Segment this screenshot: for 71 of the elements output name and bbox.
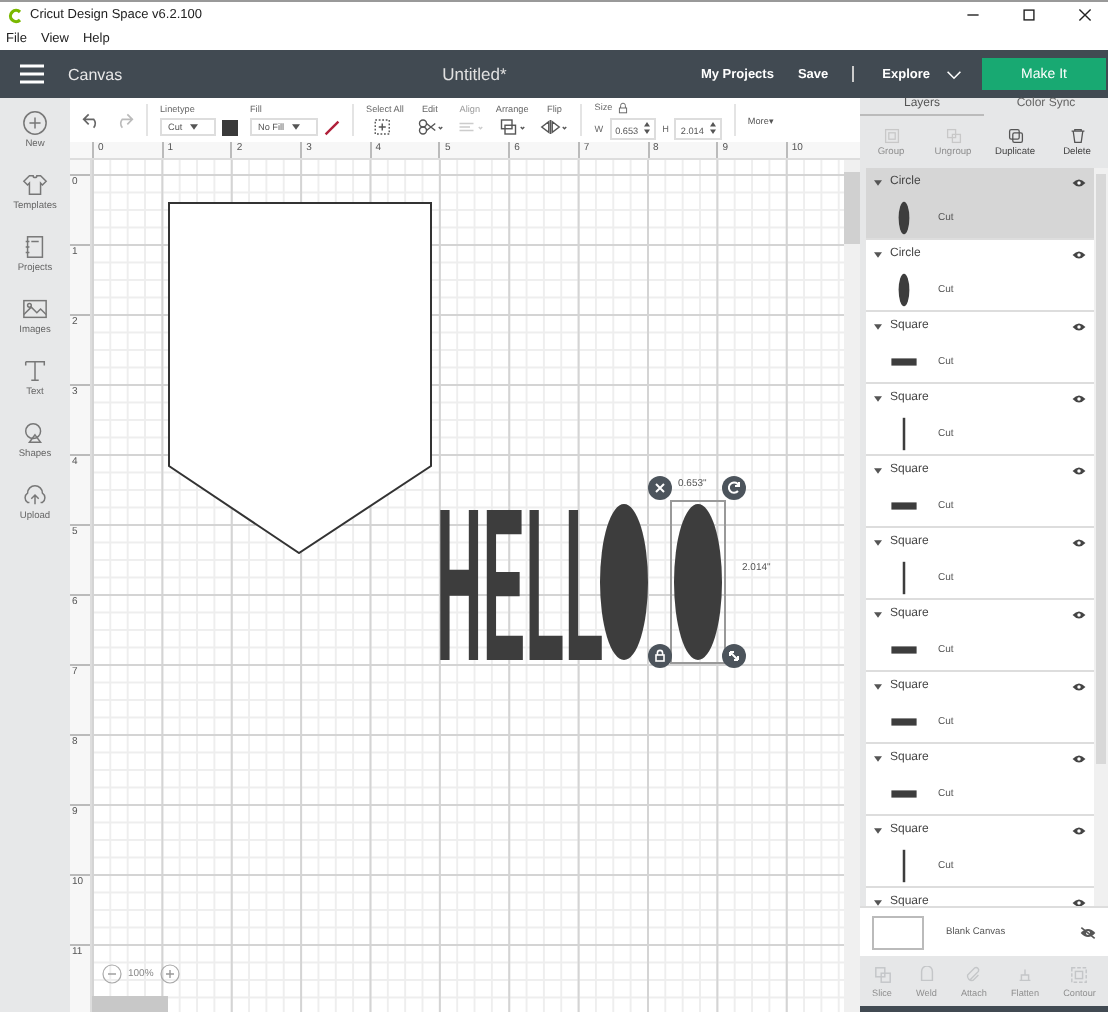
tool-icon[interactable] (498, 118, 527, 136)
eye-icon[interactable] (1072, 681, 1086, 691)
eye-icon[interactable] (1072, 393, 1086, 403)
layer-action-icon[interactable] (1069, 127, 1085, 143)
caret-icon[interactable] (874, 323, 882, 329)
sidebar-icon[interactable] (21, 234, 48, 260)
blank-canvas-thumbnail[interactable] (872, 915, 924, 949)
eye-icon[interactable] (1072, 609, 1086, 619)
bar-thumbnail (891, 357, 917, 365)
sidebar-icon[interactable] (22, 420, 48, 446)
eye-icon[interactable] (1072, 537, 1086, 547)
tool-icon[interactable] (415, 118, 444, 136)
caret-icon[interactable] (190, 124, 199, 130)
eye-icon[interactable] (1072, 825, 1086, 835)
oval-thumbnail (898, 200, 910, 234)
rotate-icon[interactable] (722, 476, 746, 500)
bar-thumbnail (891, 717, 917, 725)
section-title: Canvas (68, 65, 123, 83)
no-fill-icon[interactable] (324, 119, 340, 135)
chevron-icon[interactable] (946, 69, 962, 79)
resize-icon[interactable] (722, 644, 746, 668)
lock-icon[interactable] (618, 101, 629, 113)
project-title: Untitled* (442, 64, 507, 84)
caret-icon[interactable] (874, 611, 882, 617)
undo-icon[interactable] (82, 111, 102, 129)
layers-scrollbar[interactable] (1094, 168, 1108, 906)
maximize-icon[interactable] (1022, 8, 1036, 22)
line-thumbnail (902, 848, 906, 882)
line-thumbnail (902, 416, 906, 450)
eye-icon[interactable] (1072, 465, 1086, 475)
close-icon[interactable] (1078, 8, 1092, 22)
caret-icon[interactable] (874, 827, 882, 833)
sidebar-icon[interactable] (22, 110, 48, 136)
close-icon[interactable] (648, 476, 672, 500)
caret-icon[interactable] (874, 251, 882, 257)
eye-icon[interactable] (1072, 177, 1086, 187)
eye-icon[interactable] (1080, 925, 1096, 939)
caret-icon[interactable] (874, 683, 882, 689)
menu-icon[interactable] (20, 64, 44, 84)
caret-icon[interactable] (874, 539, 882, 545)
sidebar-icon[interactable] (21, 482, 48, 508)
eye-icon[interactable] (1072, 897, 1086, 906)
hello-text[interactable]: HELL (436, 464, 604, 709)
eye-icon[interactable] (1072, 753, 1086, 763)
vertical-scrollbar[interactable] (844, 160, 860, 1012)
minimize-icon[interactable] (966, 8, 980, 22)
caret-icon[interactable] (874, 467, 882, 473)
sidebar-icon[interactable] (22, 172, 48, 198)
eye-icon[interactable] (1072, 249, 1086, 259)
eye-icon[interactable] (1072, 321, 1086, 331)
caret-icon[interactable] (292, 124, 301, 130)
horizontal-scrollbar[interactable] (92, 996, 168, 1012)
app-logo-icon (8, 7, 24, 23)
caret-icon[interactable] (874, 395, 882, 401)
line-thumbnail (902, 560, 906, 594)
spinner-arrows-icon[interactable] (644, 121, 651, 133)
oval-shape[interactable] (600, 504, 648, 660)
linetype-color-swatch[interactable] (222, 119, 238, 135)
tool-icon[interactable] (540, 118, 569, 136)
bar-thumbnail (891, 501, 917, 509)
banner-shape[interactable] (168, 202, 432, 554)
sidebar-icon[interactable] (21, 296, 48, 322)
spinner-arrows-icon[interactable] (709, 121, 716, 133)
layer-action-icon[interactable] (1007, 127, 1023, 143)
oval-thumbnail (898, 272, 910, 306)
caret-icon[interactable] (874, 179, 882, 185)
sidebar-icon[interactable] (22, 358, 48, 384)
bar-thumbnail (891, 645, 917, 653)
lock-icon[interactable] (648, 644, 672, 668)
caret-icon[interactable] (874, 755, 882, 761)
bar-thumbnail (891, 789, 917, 797)
